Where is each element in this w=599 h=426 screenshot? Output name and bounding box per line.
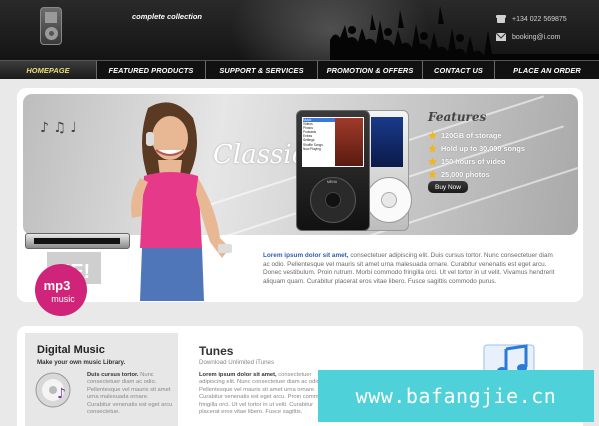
digital-music-subtitle: Make your own music Library.: [37, 359, 126, 366]
watermark-text: www.bafangjie.cn: [355, 384, 557, 408]
email-contact[interactable]: booking@i.com: [496, 33, 560, 41]
girl-with-headphones-image: [131, 102, 232, 301]
nav-place-order[interactable]: PLACE AN ORDER: [494, 61, 599, 79]
crowd-silhouette: [330, 6, 599, 60]
star-icon: [428, 131, 437, 140]
ipod-nano-device-image: [25, 233, 130, 249]
mail-icon: [496, 33, 506, 41]
site-tagline: complete collection: [132, 12, 203, 21]
svg-text:music: music: [51, 294, 75, 304]
nav-promotion-offers[interactable]: PROMOTION & OFFERS: [317, 61, 422, 79]
watermark-banner: www.bafangjie.cn: [318, 370, 594, 422]
music-notes-decoration: ♪ ♫ ♩: [40, 120, 77, 136]
star-icon: [428, 144, 437, 153]
phone-icon: [496, 15, 506, 23]
email-address[interactable]: booking@i.com: [512, 34, 560, 41]
phone-number: +134 022 569875: [512, 15, 567, 23]
feature-item: 25,000 photos: [428, 168, 525, 181]
feature-item: Hold up to 30,000 songs: [428, 142, 525, 155]
cd-icon: ♪: [35, 372, 71, 408]
intro-lead-link[interactable]: Lorem ipsum dolor sit amet,: [263, 252, 349, 259]
tunes-paragraph: Lorem ipsum dolor sit amet, consectetuer…: [199, 372, 329, 416]
main-nav: HOMEPAGE FEATURED PRODUCTS SUPPORT & SER…: [0, 60, 599, 79]
feature-item: 150 hours of video: [428, 155, 525, 168]
feature-item: 120GB of storage: [428, 129, 525, 142]
ipod-menu: Music Videos Photos Podcasts Extras Sett…: [303, 118, 335, 151]
buy-now-button[interactable]: Buy Now: [428, 181, 468, 193]
nav-contact-us[interactable]: CONTACT US: [422, 61, 494, 79]
mp3-music-badge-image: UE! mp3 music: [35, 252, 101, 316]
svg-text:mp3: mp3: [44, 278, 71, 293]
tunes-subtitle: Download Unlimited iTunes: [199, 359, 275, 366]
svg-text:♪: ♪: [57, 386, 66, 402]
nav-featured-products[interactable]: FEATURED PRODUCTS: [96, 61, 205, 79]
digital-music-paragraph: Duis cursus tortor. Nunc consectetuer di…: [87, 372, 173, 416]
tunes-heading: Tunes: [199, 344, 234, 358]
features-list: 120GB of storage Hold up to 30,000 songs…: [428, 129, 525, 181]
ipod-logo-icon[interactable]: [40, 7, 62, 45]
phone-contact: +134 022 569875: [496, 15, 567, 23]
digital-music-heading: Digital Music: [37, 344, 105, 356]
ipod-black-image: Music Videos Photos Podcasts Extras Sett…: [296, 110, 370, 231]
star-icon: [428, 170, 437, 179]
features-heading: Features: [428, 110, 487, 124]
header: complete collection +134 022 569875 book…: [0, 0, 599, 60]
intro-paragraph: Lorem ipsum dolor sit amet, consectetuer…: [263, 252, 561, 286]
star-icon: [428, 157, 437, 166]
nav-homepage[interactable]: HOMEPAGE: [0, 61, 96, 79]
nav-support-services[interactable]: SUPPORT & SERVICES: [205, 61, 317, 79]
